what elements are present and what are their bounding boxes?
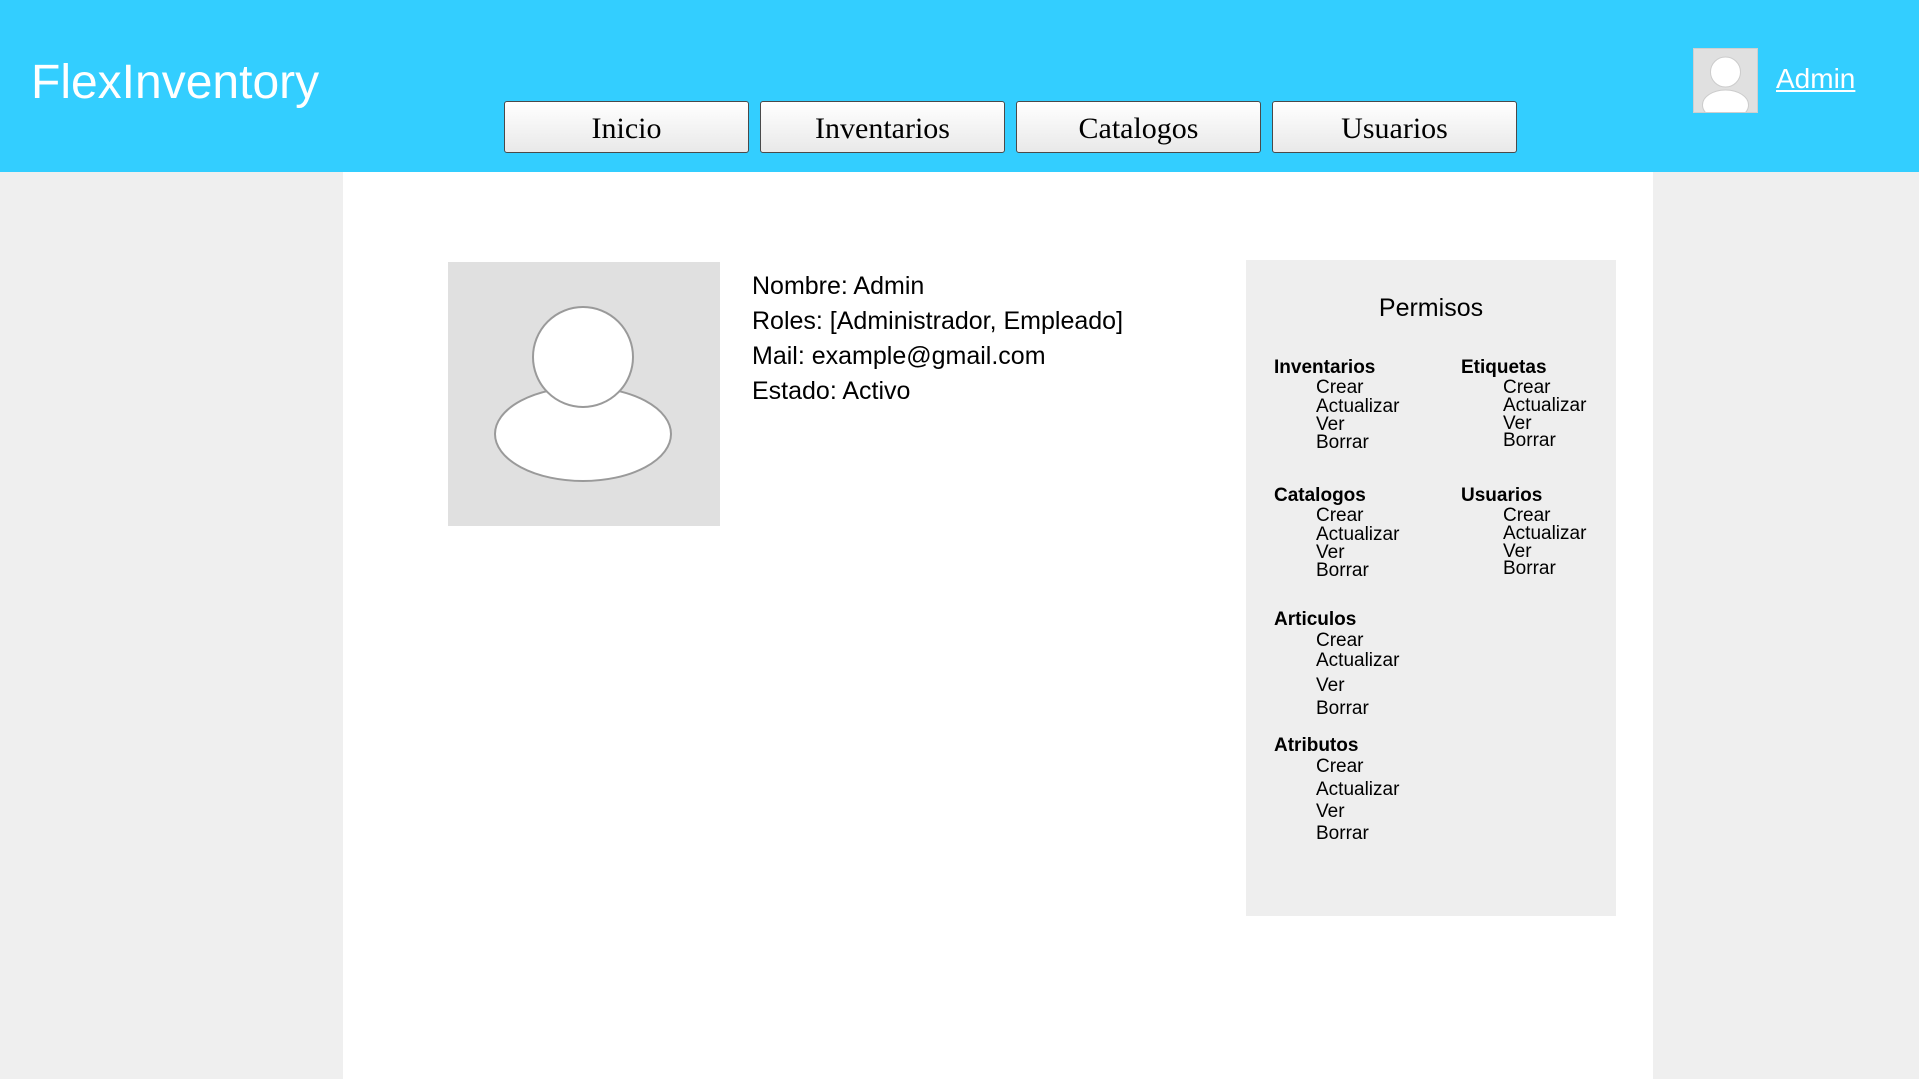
permission-group-articulos: Articulos Crear Actualizar Ver Borrar	[1274, 609, 1399, 719]
permission-item: Ver	[1316, 675, 1345, 696]
app-title: FlexInventory	[31, 56, 320, 109]
permission-group-etiquetas: Etiquetas Crear Actualizar Ver Borrar	[1461, 357, 1586, 451]
permission-group-heading: Articulos	[1274, 609, 1357, 630]
permission-group-heading: Inventarios	[1274, 357, 1376, 378]
permission-group-heading: Usuarios	[1461, 485, 1543, 506]
nav-catalogos-button[interactable]: Catalogos	[1016, 101, 1261, 153]
permission-item: Actualizar	[1316, 650, 1400, 671]
permission-item: Actualizar	[1316, 779, 1400, 800]
permissions-panel: Permisos Inventarios Crear Actualizar Ve…	[1246, 260, 1616, 916]
permission-item: Crear	[1316, 377, 1364, 398]
permission-item: Crear	[1316, 630, 1364, 651]
permission-group-usuarios: Usuarios Crear Actualizar Ver Borrar	[1461, 485, 1586, 579]
user-avatar-icon[interactable]	[1693, 48, 1758, 121]
profile-status: Estado: Activo	[752, 377, 911, 405]
permission-item: Borrar	[1316, 823, 1369, 844]
nav-inicio-button[interactable]: Inicio	[504, 101, 749, 153]
permission-group-atributos: Atributos Crear Actualizar Ver Borrar	[1274, 735, 1399, 844]
user-profile-link[interactable]: Admin	[1776, 62, 1855, 96]
permission-group-heading: Etiquetas	[1461, 357, 1547, 378]
permission-item: Borrar	[1503, 430, 1556, 451]
profile-roles: Roles: [Administrador, Empleado]	[752, 307, 1124, 335]
permission-item: Borrar	[1316, 698, 1369, 719]
permission-item: Crear	[1316, 756, 1364, 777]
permission-item: Borrar	[1503, 558, 1556, 579]
permission-item: Ver	[1316, 801, 1345, 822]
permissions-title: Permisos	[1378, 294, 1484, 322]
permission-group-heading: Atributos	[1274, 735, 1359, 756]
nav-inventarios-button[interactable]: Inventarios	[760, 101, 1005, 153]
nav-usuarios-button[interactable]: Usuarios	[1272, 101, 1517, 153]
permission-item: Crear	[1316, 505, 1364, 526]
permission-item: Borrar	[1316, 432, 1369, 453]
profile-mail: Mail: example@gmail.com	[752, 342, 1046, 370]
user-silhouette-icon	[448, 262, 720, 526]
permission-group-inventarios: Inventarios Crear Actualizar Ver Borrar	[1274, 357, 1399, 453]
header-bar: FlexInventory Inicio Inventarios Catalog…	[0, 0, 1919, 172]
permission-group-heading: Catalogos	[1274, 485, 1366, 506]
permission-group-catalogos: Catalogos Crear Actualizar Ver Borrar	[1274, 485, 1399, 581]
profile-name: Nombre: Admin	[752, 272, 925, 300]
permission-item: Borrar	[1316, 560, 1369, 581]
